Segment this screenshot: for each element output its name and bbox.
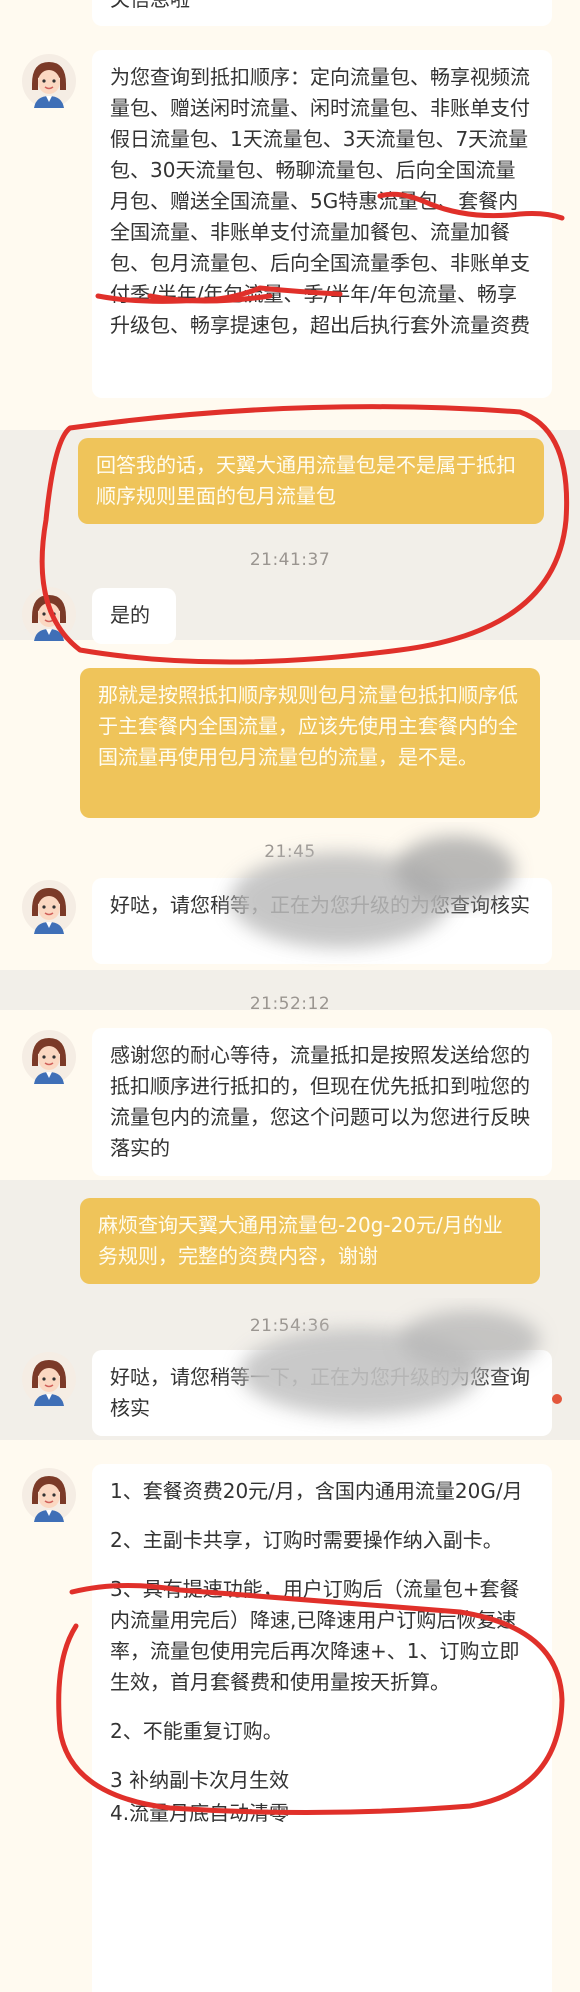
agent-avatar[interactable] bbox=[22, 1468, 76, 1522]
timestamp: 21:45 bbox=[264, 842, 316, 862]
agent-message: 好哒，请您稍等一下，正在为您升级的为您查询核实 bbox=[92, 1350, 552, 1436]
avatar-icon bbox=[22, 1352, 76, 1406]
agent-message: 为您查询到抵扣顺序：定向流量包、畅享视频流量包、赠送闲时流量、闲时流量包、非账单… bbox=[92, 50, 552, 398]
timestamp: 21:52:12 bbox=[249, 994, 331, 1014]
agent-avatar[interactable] bbox=[22, 587, 76, 641]
message-text: 好哒，请您稍等，正在为您升级的为您查询核实 bbox=[110, 893, 530, 917]
avatar-icon bbox=[22, 587, 76, 641]
agent-avatar[interactable] bbox=[22, 1352, 76, 1406]
agent-avatar[interactable] bbox=[22, 880, 76, 934]
user-message: 回答我的话，天翼大通用流量包是不是属于抵扣顺序规则里面的包月流量包 bbox=[78, 438, 544, 524]
message-paragraph: 2、主副卡共享，订购时需要操作纳入副卡。 bbox=[110, 1528, 503, 1552]
message-text: 麻烦查询天翼大通用流量包-20g-20元/月的业务规则，完整的资费内容，谢谢 bbox=[98, 1213, 503, 1268]
message-text: 关信息啦 bbox=[110, 0, 190, 11]
agent-message: 好哒，请您稍等，正在为您升级的为您查询核实 bbox=[92, 878, 552, 964]
avatar-icon bbox=[22, 880, 76, 934]
agent-avatar[interactable] bbox=[22, 54, 76, 108]
message-paragraph: 2、不能重复订购。 bbox=[110, 1719, 283, 1743]
avatar-icon bbox=[22, 1468, 76, 1522]
status-dot bbox=[552, 1394, 562, 1404]
message-paragraph: 1、套餐资费20元/月，含国内通用流量20G/月 bbox=[110, 1479, 523, 1503]
agent-avatar[interactable] bbox=[22, 1030, 76, 1084]
user-message: 麻烦查询天翼大通用流量包-20g-20元/月的业务规则，完整的资费内容，谢谢 bbox=[80, 1198, 540, 1284]
message-paragraph: 4.流量月底自动清零 bbox=[110, 1801, 290, 1825]
agent-message-partial: 关信息啦 bbox=[92, 0, 552, 26]
timestamp: 21:54:36 bbox=[249, 1316, 331, 1336]
message-text: 好哒，请您稍等一下，正在为您升级的为您查询核实 bbox=[110, 1365, 530, 1420]
message-paragraph: 3、具有提速功能，用户订购后（流量包+套餐内流量用完后）降速,已降速用户订购后恢… bbox=[110, 1577, 520, 1694]
message-paragraph: 3 补纳副卡次月生效 bbox=[110, 1768, 290, 1792]
user-message: 那就是按照抵扣顺序规则包月流量包抵扣顺序低于主套餐内全国流量，应该先使用主套餐内… bbox=[80, 668, 540, 818]
agent-message: 1、套餐资费20元/月，含国内通用流量20G/月 2、主副卡共享，订购时需要操作… bbox=[92, 1464, 552, 1992]
agent-message: 感谢您的耐心等待，流量抵扣是按照发送给您的抵扣顺序进行抵扣的，但现在优先抵扣到啦… bbox=[92, 1028, 552, 1176]
avatar-icon bbox=[22, 54, 76, 108]
message-text: 回答我的话，天翼大通用流量包是不是属于抵扣顺序规则里面的包月流量包 bbox=[96, 453, 516, 508]
message-text: 为您查询到抵扣顺序：定向流量包、畅享视频流量包、赠送闲时流量、闲时流量包、非账单… bbox=[110, 65, 530, 337]
timestamp: 21:41:37 bbox=[249, 550, 331, 570]
agent-message: 是的 bbox=[92, 588, 176, 644]
message-text: 那就是按照抵扣顺序规则包月流量包抵扣顺序低于主套餐内全国流量，应该先使用主套餐内… bbox=[98, 683, 518, 769]
message-text: 感谢您的耐心等待，流量抵扣是按照发送给您的抵扣顺序进行抵扣的，但现在优先抵扣到啦… bbox=[110, 1043, 530, 1160]
message-text: 是的 bbox=[110, 603, 150, 627]
avatar-icon bbox=[22, 1030, 76, 1084]
